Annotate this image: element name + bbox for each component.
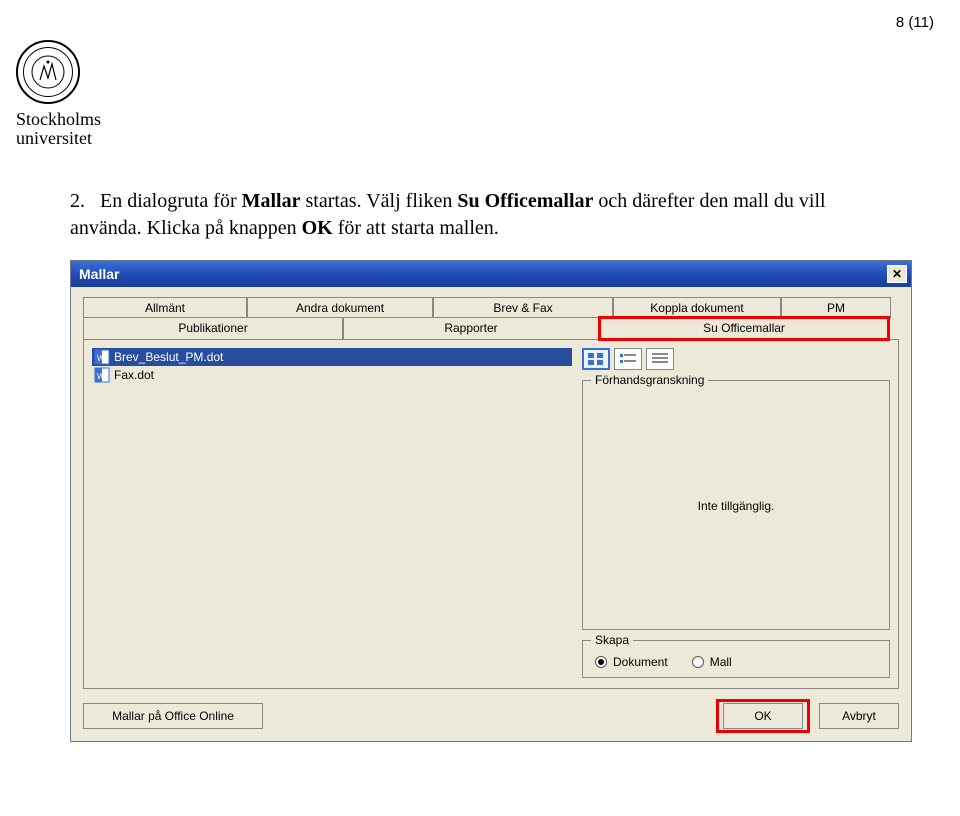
list-item[interactable]: W Brev_Beslut_PM.dot xyxy=(92,348,572,366)
tab-allmant[interactable]: Allmänt xyxy=(83,297,247,319)
dialog-titlebar: Mallar ✕ xyxy=(71,261,911,287)
close-button[interactable]: ✕ xyxy=(887,265,907,283)
dialog-footer: Mallar på Office Online OK Avbryt xyxy=(83,703,899,729)
tab-su-officemallar[interactable]: Su Officemallar xyxy=(599,317,889,339)
university-seal-icon xyxy=(16,40,80,104)
tab-strip: Allmänt Andra dokument Brev & Fax Koppla… xyxy=(83,297,899,341)
tab-koppla-dokument[interactable]: Koppla dokument xyxy=(613,297,781,319)
svg-text:W: W xyxy=(97,372,105,381)
cancel-button[interactable]: Avbryt xyxy=(819,703,899,729)
radio-mall[interactable]: Mall xyxy=(692,655,732,669)
large-icons-icon xyxy=(587,352,605,366)
dialog-title: Mallar xyxy=(79,266,119,282)
tab-content: W Brev_Beslut_PM.dot W Fax.dot xyxy=(83,339,899,689)
tab-andra-dokument[interactable]: Andra dokument xyxy=(247,297,433,319)
tab-brev-fax[interactable]: Brev & Fax xyxy=(433,297,613,319)
template-list: W Brev_Beslut_PM.dot W Fax.dot xyxy=(92,348,572,678)
tab-publikationer[interactable]: Publikationer xyxy=(83,317,343,339)
create-legend: Skapa xyxy=(591,633,633,647)
ok-button[interactable]: OK xyxy=(723,703,803,729)
word-template-icon: W xyxy=(94,349,110,365)
page-number: 8 (11) xyxy=(896,14,934,31)
office-online-button[interactable]: Mallar på Office Online xyxy=(83,703,263,729)
file-name: Brev_Beslut_PM.dot xyxy=(114,350,223,364)
list-icon xyxy=(619,352,637,366)
document-header: Stockholms universitet xyxy=(0,0,960,148)
svg-text:W: W xyxy=(97,354,105,363)
word-template-icon: W xyxy=(94,367,110,383)
tab-pm[interactable]: PM xyxy=(781,297,891,319)
file-name: Fax.dot xyxy=(114,368,154,382)
details-icon xyxy=(651,352,669,366)
create-group: Skapa Dokument Mall xyxy=(582,640,890,678)
close-icon: ✕ xyxy=(892,267,902,281)
preview-legend: Förhandsgranskning xyxy=(591,373,708,387)
tab-rapporter[interactable]: Rapporter xyxy=(343,317,599,339)
preview-group: Förhandsgranskning Inte tillgänglig. xyxy=(582,380,890,630)
view-details-button[interactable] xyxy=(646,348,674,370)
view-mode-buttons xyxy=(582,348,890,370)
list-item[interactable]: W Fax.dot xyxy=(92,366,572,384)
templates-dialog: Mallar ✕ Allmänt Andra dokument Brev & F… xyxy=(70,260,912,742)
instruction-text: 2. En dialogruta för Mallar startas. Väl… xyxy=(70,188,830,242)
view-list-button[interactable] xyxy=(614,348,642,370)
radio-dokument[interactable]: Dokument xyxy=(595,655,668,669)
view-large-icons-button[interactable] xyxy=(582,348,610,370)
preview-area: Inte tillgänglig. xyxy=(591,391,881,621)
university-name: Stockholms universitet xyxy=(16,110,960,148)
